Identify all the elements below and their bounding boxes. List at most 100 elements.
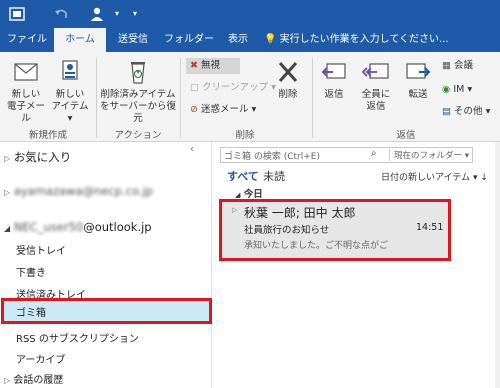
group-label-action: アクション <box>114 130 162 141</box>
message-item[interactable]: ▷ 秋葉 一郎; 田中 太郎 社員旅行のお知らせ 14:51 承知いたしました。… <box>219 199 451 261</box>
sort-dropdown[interactable]: 日付の新しいアイテム ▾ ↓ <box>381 170 488 183</box>
search-box[interactable]: ゴミ箱 の検索 (Ctrl+E) ⌕ 現在のフォルダー ▾ <box>220 147 473 163</box>
folder-rss[interactable]: RSS のサブスクリプション <box>16 330 139 345</box>
ignore-icon: ✖ <box>190 60 198 71</box>
folder-trash-selected[interactable]: ゴミ箱 <box>1 298 212 324</box>
restore-deleted-label-1: 削除済みアイテム <box>100 89 176 100</box>
filter-unread[interactable]: 未読 <box>263 168 285 184</box>
chevron-down-icon: ▾ <box>472 173 478 183</box>
tab-folder[interactable]: フォルダー <box>160 28 218 52</box>
lightbulb-icon: 💡 <box>264 34 277 45</box>
delete-button[interactable]: 削除 <box>270 58 306 101</box>
reply-all-icon <box>361 58 391 86</box>
folder-archive[interactable]: アーカイブ <box>16 351 65 366</box>
cleanup-icon: ▢ <box>190 82 199 93</box>
more-button[interactable]: ▤ その他 ▾ <box>442 106 490 118</box>
new-email-button[interactable]: 新しい 電子メール <box>4 58 48 125</box>
tell-me-text: 実行したい作業を入力してください... <box>279 34 449 45</box>
sort-direction-icon: ↓ <box>480 173 488 183</box>
collapse-arrow-icon: ◢ <box>4 224 11 233</box>
im-icon: ◉ <box>442 84 451 95</box>
cleanup-label: クリーンアップ <box>202 82 269 93</box>
account-1-header[interactable]: ▷ ayamazawa@necp.co.jp <box>4 184 153 198</box>
folder-inbox[interactable]: 受信トレイ <box>16 242 66 257</box>
search-scope-dropdown[interactable]: 現在のフォルダー ▾ <box>389 149 469 161</box>
dropdown-arrow-icon[interactable]: ▾ <box>108 5 126 23</box>
message-list-scrollbar[interactable] <box>495 142 500 388</box>
more-dropdown-icon: ▾ <box>485 106 491 117</box>
tab-file[interactable]: ファイル <box>2 28 52 52</box>
reply-label: 返信 <box>324 89 344 100</box>
new-items-dropdown-icon: ▾ <box>67 113 73 124</box>
expand-arrow-icon: ▷ <box>4 154 11 163</box>
conversation-history-label: 会話の履歴 <box>13 375 64 386</box>
expand-arrow-icon: ▷ <box>4 376 11 385</box>
collapse-pane-icon[interactable]: ‹ <box>190 144 194 155</box>
meeting-button[interactable]: ▦ 会議 <box>442 60 473 72</box>
ribbon: 新しい 電子メール 新しい アイテム ▾ 新規作成 削除済みアイテム をサーバー… <box>0 52 500 142</box>
favorites-label: お気に入り <box>13 150 72 164</box>
tab-home[interactable]: ホーム <box>54 28 106 52</box>
more-label: その他 <box>454 106 483 117</box>
group-separator <box>312 58 313 138</box>
forward-button[interactable]: 転送 <box>400 58 436 101</box>
im-button[interactable]: ◉ IM ▾ <box>442 84 472 96</box>
tell-me-box[interactable]: 💡 実行したい作業を入力してください... <box>264 28 449 52</box>
sort-label: 日付の新しいアイテム <box>381 173 471 183</box>
new-items-label-1: 新しい <box>55 89 85 100</box>
restore-deleted-label-2: をサーバーから復元 <box>100 101 176 124</box>
new-items-label-2: アイテム <box>51 101 89 112</box>
recycle-bin-icon <box>123 58 153 86</box>
im-label: IM <box>453 84 465 95</box>
message-list: ゴミ箱 の検索 (Ctrl+E) ⌕ 現在のフォルダー ▾ すべて 未読 日付の… <box>213 142 500 388</box>
undo-icon[interactable] <box>52 5 70 23</box>
calendar-icon: ▦ <box>442 60 451 71</box>
im-dropdown-icon: ▾ <box>467 84 473 95</box>
outlook-app-icon[interactable] <box>8 5 26 23</box>
reply-all-button[interactable]: 全員に 返信 <box>356 58 396 113</box>
junk-button[interactable]: ⊘ 迷惑メール ▾ <box>190 104 256 116</box>
reply-all-label-2: 返信 <box>366 101 386 112</box>
person-icon[interactable] <box>88 5 106 23</box>
ribbon-tabs: ファイル ホーム 送受信 フォルダー 表示 💡 実行したい作業を入力してください… <box>0 28 500 52</box>
account-1-address: ayamazawa@necp.co.jp <box>13 184 153 198</box>
delete-x-icon <box>273 58 303 86</box>
title-bar: ▾ ▾ <box>0 0 500 28</box>
group-separator <box>96 58 97 138</box>
account-2-name-masked: NEC_user50 <box>13 220 84 234</box>
search-icon[interactable]: ⌕ <box>371 148 377 159</box>
filter-all[interactable]: すべて <box>227 168 259 184</box>
junk-icon: ⊘ <box>190 104 198 115</box>
new-items-icon <box>55 58 85 86</box>
delete-label: 削除 <box>278 89 298 100</box>
forward-icon <box>403 58 433 86</box>
tab-view[interactable]: 表示 <box>220 28 256 52</box>
search-scope-label: 現在のフォルダー <box>394 151 463 161</box>
ignore-label: 無視 <box>201 60 221 71</box>
folder-conversation-history[interactable]: ▷ 会話の履歴 <box>4 371 63 386</box>
folder-pane: ▷ お気に入り ‹ ▷ ayamazawa@necp.co.jp ◢ NEC_u… <box>0 142 212 388</box>
new-email-label-2: 電子メール <box>6 101 45 124</box>
search-input[interactable]: ゴミ箱 の検索 (Ctrl+E) <box>224 149 320 162</box>
reply-button[interactable]: 返信 <box>316 58 352 101</box>
group-header-today[interactable]: ◢ 今日 <box>235 186 263 200</box>
collapse-arrow-icon: ◢ <box>235 191 241 199</box>
account-2-header[interactable]: ◢ NEC_user50@outlook.jp <box>4 220 152 234</box>
folder-drafts[interactable]: 下書き <box>16 264 46 279</box>
restore-deleted-button[interactable]: 削除済みアイテム をサーバーから復元 <box>100 58 176 125</box>
customize-toolbar-icon[interactable]: ▾ <box>126 5 144 23</box>
cleanup-button[interactable]: ▢ クリーンアップ ▾ <box>190 82 276 94</box>
group-label-respond: 返信 <box>396 130 416 141</box>
meeting-label: 会議 <box>454 60 474 71</box>
folder-trash-label: ゴミ箱 <box>16 308 46 319</box>
tab-send-receive[interactable]: 送受信 <box>108 28 158 52</box>
ignore-button[interactable]: ✖ 無視 <box>186 58 241 74</box>
forward-label: 転送 <box>408 89 428 100</box>
new-items-button[interactable]: 新しい アイテム ▾ <box>50 58 90 125</box>
message-preview: 承知いたしました。ご不明な点がご <box>244 241 389 251</box>
favorites-header[interactable]: ▷ お気に入り <box>4 149 71 165</box>
junk-dropdown-icon: ▾ <box>251 104 257 115</box>
junk-label: 迷惑メール <box>201 104 249 115</box>
reply-all-label-1: 全員に <box>361 89 391 100</box>
account-2-domain: @outlook.jp <box>83 220 152 234</box>
